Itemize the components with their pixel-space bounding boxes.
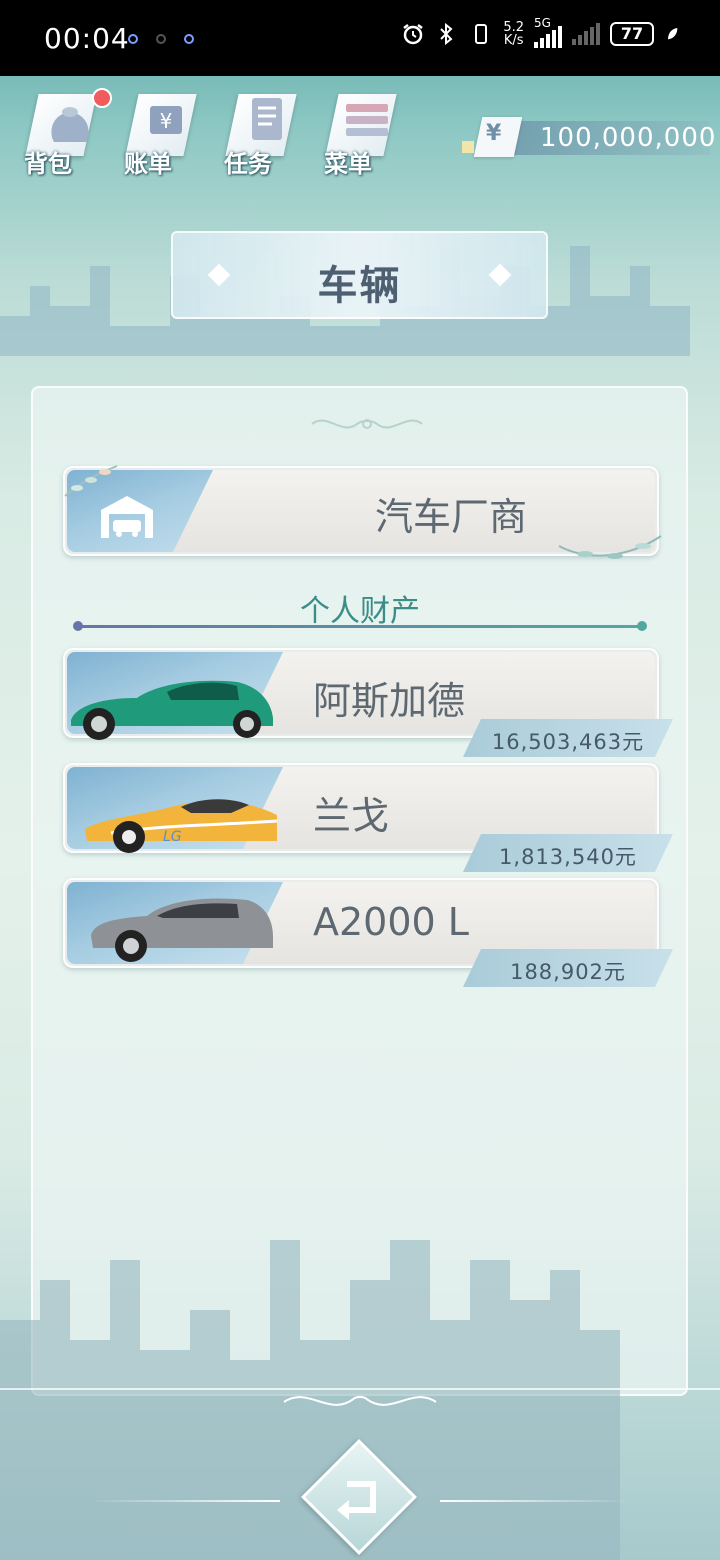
vehicle-price-tag: 188,902元: [463, 949, 673, 987]
divider-dot-right: [637, 621, 647, 631]
signal-5g: 5G: [534, 16, 562, 48]
vehicle-row-lango[interactable]: LG 兰戈 1,813,540元: [63, 763, 659, 853]
notification-icons: [128, 34, 194, 44]
leaf-decoration-icon: [64, 465, 118, 497]
app-notification-icon: [184, 34, 194, 44]
bill-label: 账单: [124, 150, 172, 178]
page-title: 车辆: [317, 263, 402, 309]
task-icon: [252, 98, 282, 140]
leaf-icon: [668, 28, 678, 40]
app-notification-icon: [128, 34, 138, 44]
vehicle-price: 16,503,463元: [491, 730, 645, 754]
vehicle-price-tag: 16,503,463元: [463, 719, 673, 757]
section-divider: [73, 621, 647, 631]
bottom-line-right: [440, 1500, 630, 1502]
menu-icon: [346, 104, 388, 136]
status-bar: 00:04 5.2 K/s 5G 77: [0, 0, 720, 76]
return-icon: [337, 1481, 376, 1520]
divider-dot-left: [73, 621, 83, 631]
app-notification-icon: [156, 34, 166, 44]
bluetooth-icon: [440, 22, 453, 46]
vehicle-name: 兰戈: [313, 794, 390, 838]
bottom-line-left: [90, 1500, 280, 1502]
status-time: 00:04: [44, 22, 130, 55]
vehicle-name: A2000 L: [313, 900, 469, 944]
page-title-box: 车辆: [171, 231, 548, 319]
money-display: ¥ 100,000,000: [462, 117, 715, 157]
bag-button[interactable]: 背包: [20, 88, 112, 178]
section-title: 个人财产: [300, 594, 420, 629]
money-value: 100,000,000: [540, 123, 717, 153]
vehicle-name: 阿斯加德: [313, 679, 466, 723]
vehicle-row-a2000l[interactable]: A2000 L 188,902元: [63, 878, 659, 968]
bottom-flourish-icon: [283, 1396, 437, 1406]
menu-button[interactable]: 菜单: [320, 88, 400, 178]
car-a2000l-icon: [91, 898, 273, 962]
bag-icon: [51, 107, 89, 142]
svg-text:¥: ¥: [160, 109, 173, 133]
svg-text:LG: LG: [163, 829, 182, 845]
vehicle-row-asgard[interactable]: 阿斯加德 16,503,463元: [63, 648, 659, 738]
network-speed-unit: K/s: [503, 33, 524, 48]
car-lango-icon: LG: [85, 799, 278, 853]
task-label: 任务: [224, 150, 272, 178]
top-menu: 背包 ¥ 账单 任务 菜单: [20, 88, 400, 178]
menu-label: 菜单: [324, 150, 372, 178]
bill-button[interactable]: ¥ 账单: [120, 88, 200, 178]
task-button[interactable]: 任务: [220, 88, 300, 178]
flourish-ornament-icon: [311, 419, 423, 429]
network-type: 5G: [534, 16, 551, 30]
coin-icon: [462, 141, 474, 153]
car-asgard-icon: [71, 680, 273, 740]
manufacturer-label: 汽车厂商: [374, 495, 527, 539]
bag-label: 背包: [24, 150, 72, 178]
manufacturer-button[interactable]: 汽车厂商: [63, 465, 662, 559]
alarm-icon: [403, 24, 424, 45]
signal-bars-secondary-icon: [572, 23, 600, 45]
vibrate-icon: [475, 24, 488, 44]
yen-icon: ¥: [486, 121, 502, 146]
bill-icon: ¥: [150, 106, 182, 134]
vehicle-price: 1,813,540元: [499, 845, 637, 869]
vehicle-price: 188,902元: [510, 960, 626, 984]
battery-icon: 77: [610, 22, 654, 46]
notification-badge: [92, 88, 112, 108]
network-speed: 5.2 K/s: [503, 21, 524, 47]
status-right: 5.2 K/s 5G 77: [401, 16, 680, 48]
vehicle-price-tag: 1,813,540元: [463, 834, 673, 872]
